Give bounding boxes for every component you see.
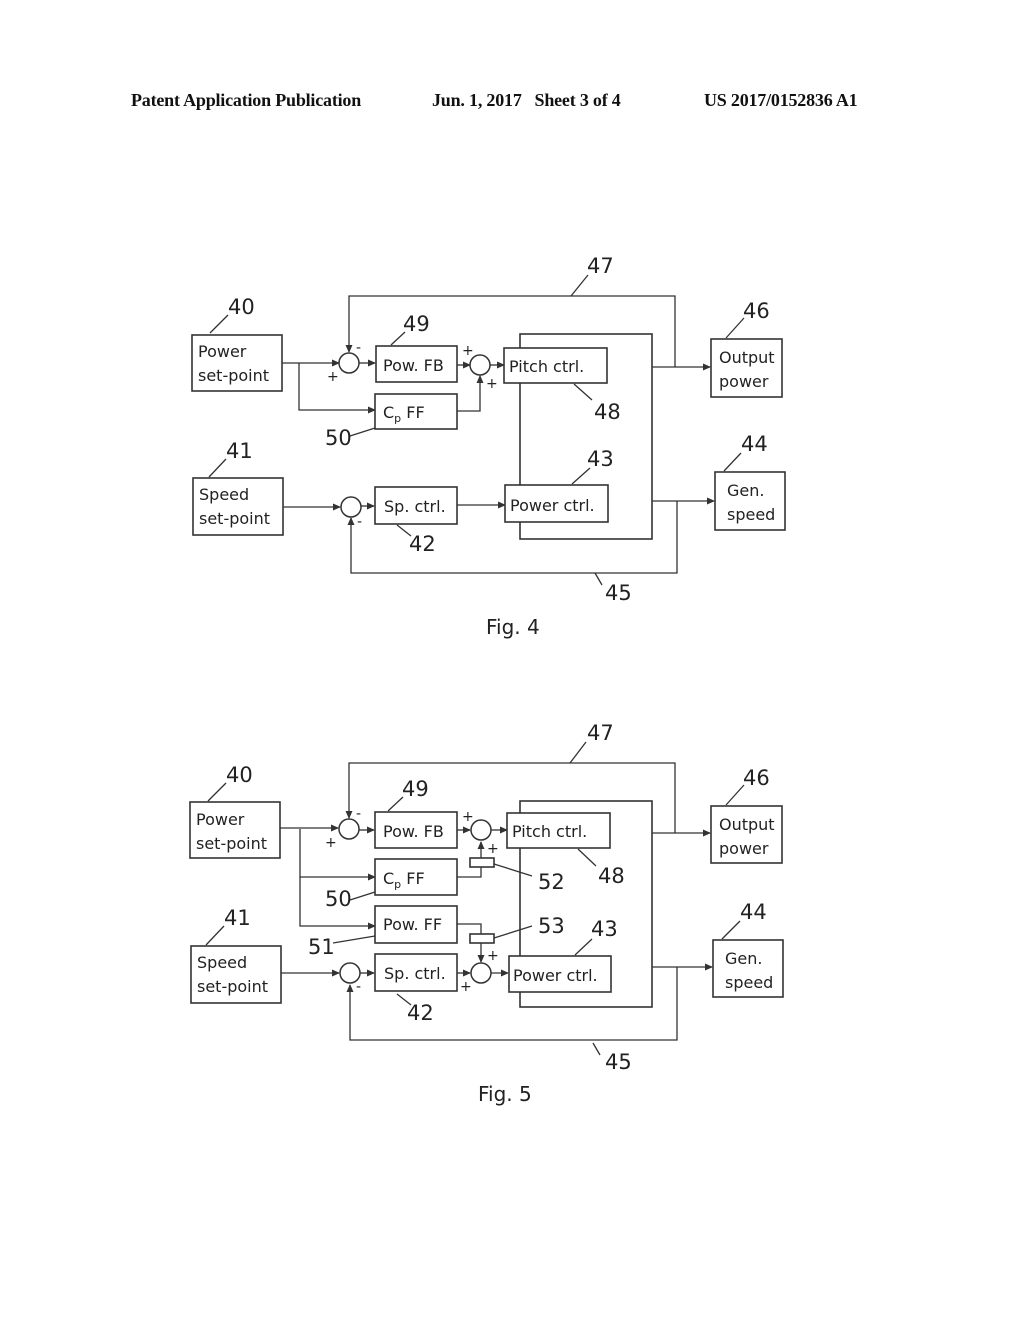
cp-ff-label: Cp FF: [383, 869, 425, 891]
pow-fb-block: Pow. FB: [374, 811, 458, 849]
gen-speed-label-2: speed: [727, 505, 775, 524]
ref-51: 51: [308, 935, 335, 959]
ref-52: 52: [538, 870, 565, 894]
summing-junction-power: [338, 352, 360, 374]
ref-41: 41: [226, 439, 253, 463]
sign-plus: +: [325, 835, 337, 851]
power-ctrl-block: Power ctrl.: [504, 484, 609, 523]
power-ctrl-block: Power ctrl.: [508, 955, 612, 993]
output-power-block: Output power: [710, 338, 783, 398]
sp-ctrl-block: Sp. ctrl.: [374, 486, 458, 525]
ref-42: 42: [407, 1001, 434, 1025]
sign-minus: -: [356, 340, 361, 356]
pow-fb-block: Pow. FB: [375, 345, 458, 383]
power-setpoint-label-1: Power: [196, 810, 245, 829]
ref-43: 43: [587, 447, 614, 471]
ref-48: 48: [594, 400, 621, 424]
pitch-ctrl-block: Pitch ctrl.: [503, 347, 608, 384]
summing-junction-power: [338, 818, 360, 840]
speed-setpoint-label-2: set-point: [199, 509, 270, 528]
ref-44: 44: [740, 900, 767, 924]
sp-ctrl-label: Sp. ctrl.: [384, 964, 446, 983]
ref-42: 42: [409, 532, 436, 556]
gen-speed-block: Gen. speed: [714, 471, 786, 531]
sign-minus: -: [356, 806, 361, 822]
ref-46: 46: [743, 299, 770, 323]
ref-50: 50: [325, 426, 352, 450]
speed-setpoint-label-2: set-point: [197, 977, 268, 996]
ref-40: 40: [228, 295, 255, 319]
gen-speed-label-1: Gen.: [727, 481, 764, 500]
ref-46: 46: [743, 766, 770, 790]
ref-45: 45: [605, 1050, 632, 1074]
pitch-ctrl-label: Pitch ctrl.: [509, 357, 584, 376]
sign-plus: +: [462, 343, 474, 359]
power-setpoint-label-2: set-point: [198, 366, 269, 385]
sign-plus: +: [460, 979, 472, 995]
ref-53: 53: [538, 914, 565, 938]
cp-ff-block: Cp FF: [374, 393, 458, 430]
power-ctrl-label: Power ctrl.: [510, 496, 595, 515]
gen-speed-block: Gen. speed: [712, 939, 784, 998]
sp-ctrl-block: Sp. ctrl.: [374, 953, 458, 992]
summing-junction-pitch: [470, 819, 492, 841]
sign-plus: +: [487, 948, 499, 964]
ref-49: 49: [402, 777, 429, 801]
ref-40: 40: [226, 763, 253, 787]
pow-ff-block: Pow. FF: [374, 905, 458, 944]
output-power-label-2: power: [719, 372, 769, 391]
figure-5: Power set-point 40 + - Pow. FB 49 + + Pi…: [189, 721, 784, 1106]
figure-4: Power set-point 40 + - Pow. FB 49 + + Cp…: [191, 254, 786, 639]
power-ctrl-label: Power ctrl.: [513, 966, 598, 985]
sp-ctrl-label: Sp. ctrl.: [384, 497, 446, 516]
power-setpoint-block: Power set-point: [189, 801, 281, 859]
gen-speed-label-2: speed: [725, 973, 773, 992]
output-power-label-2: power: [719, 839, 769, 858]
ref-47: 47: [587, 254, 614, 278]
figure-5-caption: Fig. 5: [478, 1082, 532, 1106]
sign-plus: +: [462, 809, 474, 825]
switch-53: [469, 933, 495, 944]
ref-47: 47: [587, 721, 614, 745]
sign-plus: +: [487, 841, 499, 857]
power-setpoint-label-2: set-point: [196, 834, 267, 853]
pitch-ctrl-block: Pitch ctrl.: [506, 812, 611, 849]
pow-fb-label: Pow. FB: [383, 822, 444, 841]
ref-49: 49: [403, 312, 430, 336]
ref-44: 44: [741, 432, 768, 456]
cp-ff-label: Cp FF: [383, 403, 425, 425]
figure-4-caption: Fig. 4: [486, 615, 540, 639]
switch-52: [469, 857, 495, 868]
sign-minus: -: [357, 514, 362, 530]
speed-setpoint-block: Speed set-point: [190, 945, 282, 1004]
speed-setpoint-label-1: Speed: [199, 485, 249, 504]
ref-43: 43: [591, 917, 618, 941]
figures-canvas: Power set-point 40 + - Pow. FB 49 + + Cp…: [189, 254, 786, 1106]
output-power-label-1: Output: [719, 348, 775, 367]
cp-ff-block: Cp FF: [374, 858, 458, 896]
ref-50: 50: [325, 887, 352, 911]
output-power-label-1: Output: [719, 815, 775, 834]
sign-plus: +: [327, 369, 339, 385]
output-power-block: Output power: [710, 805, 783, 864]
ref-48: 48: [598, 864, 625, 888]
gen-speed-label-1: Gen.: [725, 949, 762, 968]
summing-junction-power-ctrl: [470, 962, 492, 984]
pow-ff-label: Pow. FF: [383, 915, 442, 934]
power-setpoint-block: Power set-point: [191, 334, 283, 392]
ref-45: 45: [605, 581, 632, 605]
pow-fb-label: Pow. FB: [383, 356, 444, 375]
pitch-ctrl-label: Pitch ctrl.: [512, 822, 587, 841]
power-setpoint-label-1: Power: [198, 342, 247, 361]
speed-setpoint-label-1: Speed: [197, 953, 247, 972]
ref-41: 41: [224, 906, 251, 930]
sign-minus: -: [356, 979, 361, 995]
sign-plus: +: [486, 376, 498, 392]
speed-setpoint-block: Speed set-point: [192, 477, 284, 536]
